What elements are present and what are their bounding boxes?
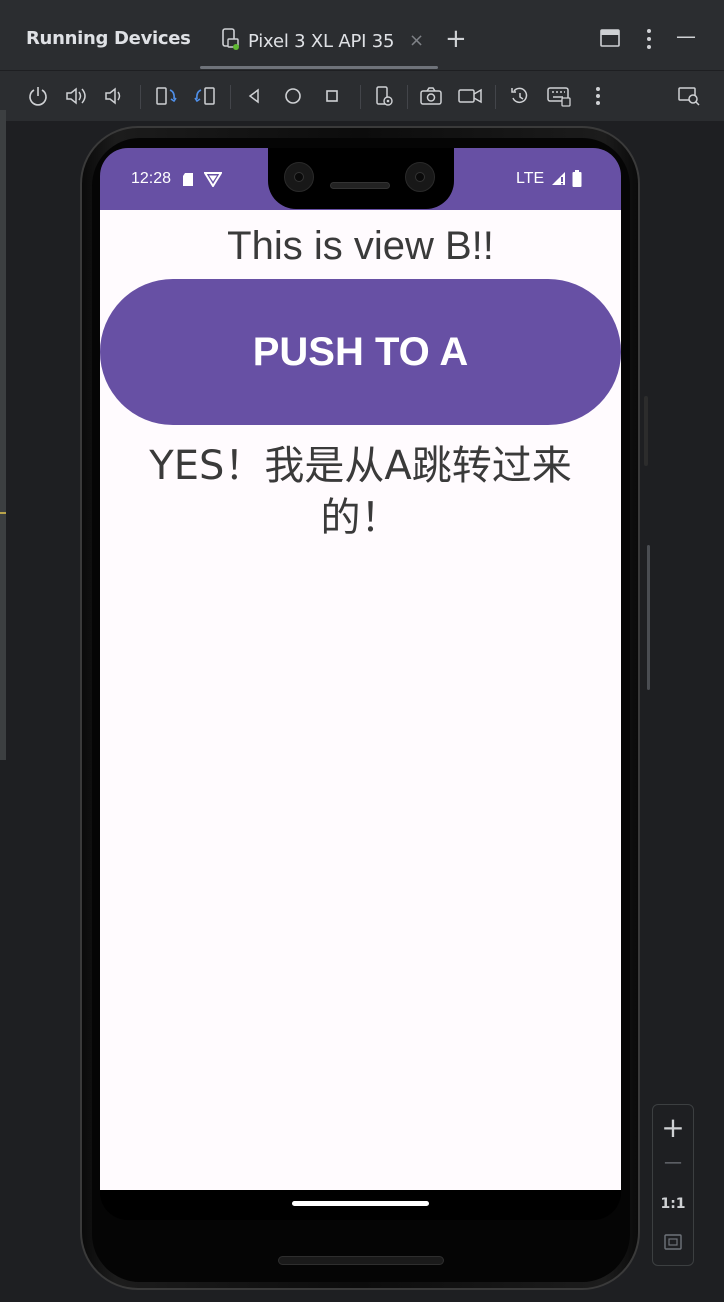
tab-label: Pixel 3 XL API 35 [248, 30, 395, 52]
toolbar-separator [407, 85, 408, 109]
page-title: This is view B!! [227, 224, 494, 268]
device-toolbar [0, 71, 724, 121]
network-type: LTE [516, 170, 545, 187]
more-vertical-icon[interactable] [644, 28, 654, 54]
window-layout-icon[interactable] [600, 29, 620, 51]
zoom-out-button[interactable]: — [653, 1152, 693, 1173]
minimize-icon[interactable]: — [676, 24, 696, 48]
signal-icon [550, 171, 566, 190]
phone-side-button [644, 396, 648, 466]
zoom-controls: + — 1:1 [652, 1104, 694, 1266]
window-search-icon[interactable] [676, 83, 702, 109]
toolbar-separator [495, 85, 496, 109]
device-screen[interactable]: 12:28 LTE This is view B!! PUSH TO A YES… [100, 148, 621, 1220]
keyboard-icon[interactable] [546, 83, 572, 109]
back-icon[interactable] [241, 83, 267, 109]
front-camera-icon [284, 162, 314, 192]
overview-icon[interactable] [319, 83, 345, 109]
actual-size-button[interactable]: 1:1 [653, 1196, 693, 1212]
zoom-in-button[interactable]: + [653, 1111, 693, 1144]
status-time: 12:28 [131, 170, 172, 187]
display-notch [268, 148, 454, 209]
battery-icon [572, 170, 582, 191]
volume-down-icon[interactable] [101, 83, 127, 109]
home-icon[interactable] [280, 83, 306, 109]
push-to-a-button[interactable]: PUSH TO A [100, 279, 621, 425]
earpiece-speaker [330, 182, 390, 189]
more-icon[interactable] [585, 83, 611, 109]
tab-pixel-3-xl[interactable]: Pixel 3 XL API 35 [220, 24, 395, 58]
vpn-shield-icon [203, 171, 223, 191]
home-gesture-pill[interactable] [292, 1201, 429, 1206]
tool-window-header: Running Devices Pixel 3 XL API 35 × + — [0, 0, 724, 70]
front-camera-icon [405, 162, 435, 192]
screenshot-icon[interactable] [418, 83, 444, 109]
snapshot-restore-icon[interactable] [507, 83, 533, 109]
fit-screen-icon[interactable] [653, 1233, 693, 1255]
power-icon[interactable] [25, 83, 51, 109]
screen-record-icon[interactable] [457, 83, 483, 109]
toolbar-separator [140, 85, 141, 109]
toolbar-separator [230, 85, 231, 109]
tab-close-icon[interactable]: × [409, 30, 424, 51]
message-text: YES！我是从A跳转过来的！ [149, 443, 572, 541]
rotate-left-icon[interactable] [153, 83, 179, 109]
status-right-icons [550, 170, 582, 191]
app-content: This is view B!! PUSH TO A YES！我是从A跳转过来的… [100, 210, 621, 1190]
bottom-speaker-grille [278, 1256, 444, 1265]
sd-card-icon [182, 172, 194, 191]
volume-up-icon[interactable] [63, 83, 89, 109]
device-settings-icon[interactable] [371, 83, 397, 109]
navigation-bar [100, 1190, 621, 1220]
left-gutter [0, 110, 6, 760]
device-icon [220, 28, 240, 54]
viewport-scrollbar[interactable] [647, 545, 650, 690]
rotate-right-icon[interactable] [192, 83, 218, 109]
tab-active-indicator [200, 66, 438, 69]
add-tab-icon[interactable]: + [445, 26, 467, 52]
status-left-icons [182, 171, 223, 191]
status-bar: 12:28 LTE [100, 148, 621, 210]
panel-title: Running Devices [26, 28, 191, 49]
toolbar-separator [360, 85, 361, 109]
gutter-marker [0, 512, 6, 514]
